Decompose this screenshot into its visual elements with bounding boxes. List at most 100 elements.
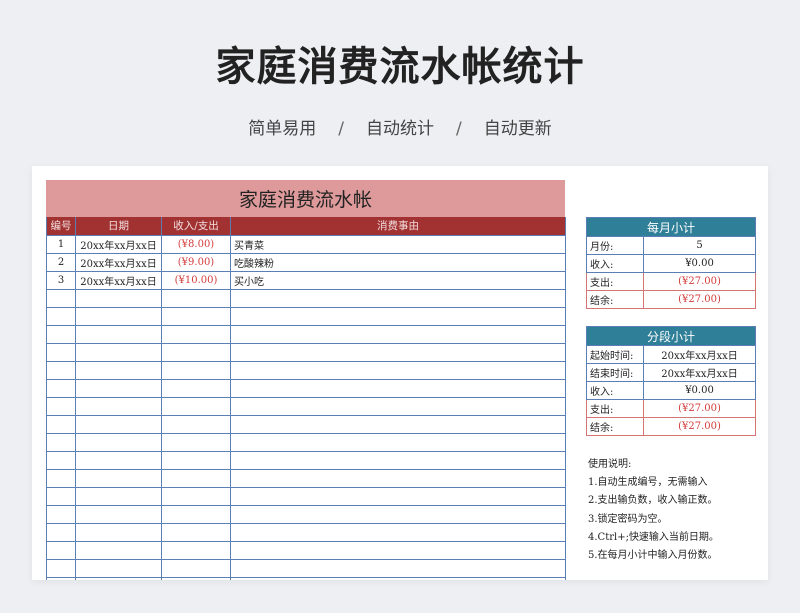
cell-number[interactable] (46, 360, 76, 380)
spreadsheet-preview: 家庭消费流水帐 编号 日期 收入/支出 消费事由 1 20xx年xx月xx日 (… (32, 166, 768, 580)
cell-date[interactable] (75, 558, 162, 578)
cell-number[interactable] (46, 522, 76, 542)
cell-number[interactable] (46, 558, 76, 578)
cell-date[interactable] (75, 540, 162, 560)
table-row (46, 324, 566, 344)
cell-number[interactable] (46, 288, 76, 308)
cell-amount[interactable] (161, 432, 231, 452)
note-item: 1.自动生成编号，无需输入 (588, 477, 708, 489)
cell-amount[interactable] (161, 324, 231, 344)
summary-row: 月份: 5 (586, 236, 757, 255)
cell-reason[interactable]: 吃酸辣粉 (230, 252, 566, 272)
cell-date[interactable] (75, 306, 162, 326)
cell-date[interactable] (75, 486, 162, 506)
table-row (46, 306, 566, 326)
cell-date[interactable]: 20xx年xx月xx日 (75, 234, 162, 254)
cell-date[interactable] (75, 576, 162, 580)
cell-amount[interactable]: (¥8.00) (161, 234, 231, 254)
cell-reason[interactable] (230, 360, 566, 380)
cell-amount[interactable]: (¥9.00) (161, 252, 231, 272)
cell-date[interactable] (75, 504, 162, 524)
cell-date[interactable] (75, 396, 162, 416)
cell-amount[interactable]: (¥10.00) (161, 270, 231, 290)
month-input[interactable]: 5 (642, 236, 757, 255)
cell-number[interactable] (46, 378, 76, 398)
summary-row: 收入: ¥0.00 (586, 254, 757, 273)
cell-amount[interactable] (161, 450, 231, 470)
summary-row: 起始时间: 20xx年xx月xx日 (586, 345, 757, 364)
cell-amount[interactable] (161, 414, 231, 434)
cell-number[interactable] (46, 504, 76, 524)
cell-number[interactable] (46, 468, 76, 488)
end-date-input[interactable]: 20xx年xx月xx日 (642, 363, 757, 382)
cell-amount[interactable] (161, 306, 231, 326)
cell-reason[interactable] (230, 540, 566, 560)
cell-reason[interactable] (230, 576, 566, 580)
summary-value: ¥0.00 (642, 381, 757, 400)
table-row (46, 414, 566, 434)
table-row (46, 522, 566, 542)
cell-amount[interactable] (161, 540, 231, 560)
cell-amount[interactable] (161, 360, 231, 380)
summary-value: (¥27.00) (642, 290, 757, 309)
cell-reason[interactable] (230, 522, 566, 542)
cell-date[interactable] (75, 342, 162, 362)
cell-number[interactable] (46, 576, 76, 580)
start-date-input[interactable]: 20xx年xx月xx日 (642, 345, 757, 364)
cell-reason[interactable] (230, 432, 566, 452)
cell-number[interactable] (46, 342, 76, 362)
cell-amount[interactable] (161, 504, 231, 524)
cell-amount[interactable] (161, 486, 231, 506)
cell-number[interactable] (46, 396, 76, 416)
cell-reason[interactable] (230, 414, 566, 434)
cell-amount[interactable] (161, 288, 231, 308)
cell-number[interactable] (46, 486, 76, 506)
cell-number[interactable]: 3 (46, 270, 76, 290)
cell-number[interactable]: 2 (46, 252, 76, 272)
cell-date[interactable]: 20xx年xx月xx日 (75, 270, 162, 290)
cell-date[interactable] (75, 288, 162, 308)
cell-date[interactable] (75, 414, 162, 434)
cell-number[interactable]: 1 (46, 234, 76, 254)
tag-separator: / (456, 119, 462, 139)
cell-amount[interactable] (161, 468, 231, 488)
cell-date[interactable]: 20xx年xx月xx日 (75, 252, 162, 272)
cell-date[interactable] (75, 522, 162, 542)
cell-date[interactable] (75, 432, 162, 452)
cell-amount[interactable] (161, 576, 231, 580)
cell-reason[interactable]: 买青菜 (230, 234, 566, 254)
cell-number[interactable] (46, 324, 76, 344)
cell-number[interactable] (46, 306, 76, 326)
cell-number[interactable] (46, 414, 76, 434)
summary-value: ¥0.00 (642, 254, 757, 273)
cell-reason[interactable] (230, 504, 566, 524)
cell-amount[interactable] (161, 522, 231, 542)
cell-reason[interactable] (230, 324, 566, 344)
cell-reason[interactable] (230, 306, 566, 326)
summary-row: 支出: (¥27.00) (586, 399, 757, 418)
cell-amount[interactable] (161, 558, 231, 578)
table-row (46, 540, 566, 560)
cell-reason[interactable] (230, 558, 566, 578)
cell-reason[interactable] (230, 342, 566, 362)
cell-date[interactable] (75, 450, 162, 470)
cell-amount[interactable] (161, 378, 231, 398)
cell-date[interactable] (75, 360, 162, 380)
cell-date[interactable] (75, 378, 162, 398)
cell-reason[interactable] (230, 450, 566, 470)
table-row: 3 20xx年xx月xx日 (¥10.00) 买小吃 (46, 270, 566, 290)
cell-amount[interactable] (161, 342, 231, 362)
cell-number[interactable] (46, 540, 76, 560)
cell-reason[interactable] (230, 378, 566, 398)
cell-reason[interactable]: 买小吃 (230, 270, 566, 290)
cell-date[interactable] (75, 324, 162, 344)
cell-amount[interactable] (161, 396, 231, 416)
cell-date[interactable] (75, 468, 162, 488)
cell-number[interactable] (46, 432, 76, 452)
cell-reason[interactable] (230, 486, 566, 506)
cell-reason[interactable] (230, 468, 566, 488)
cell-reason[interactable] (230, 288, 566, 308)
cell-reason[interactable] (230, 396, 566, 416)
note-item: 3.锁定密码为空。 (588, 513, 668, 525)
cell-number[interactable] (46, 450, 76, 470)
